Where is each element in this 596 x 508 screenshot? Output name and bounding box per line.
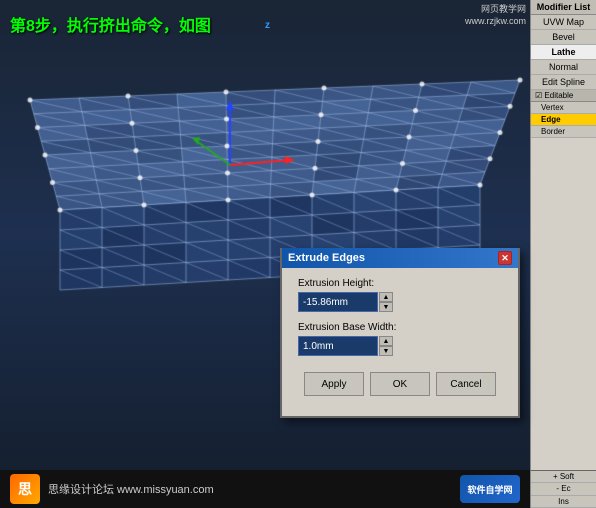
annotation-text: 第8步，执行挤出命令，如图 (10, 12, 211, 36)
height-spinner: ▲ ▼ (379, 292, 393, 312)
extrusion-width-label: Extrusion Base Width: (298, 322, 502, 333)
panel-editable-section: ☑ Editable (531, 90, 596, 102)
extrusion-height-row: ▲ ▼ (298, 292, 502, 312)
dialog-close-button[interactable]: ✕ (498, 251, 512, 265)
height-spinner-up[interactable]: ▲ (379, 292, 393, 302)
soft-btn[interactable]: + Soft (531, 471, 596, 483)
extrusion-width-row: ▲ ▼ (298, 336, 502, 356)
panel-item-bevel[interactable]: Bevel (531, 30, 596, 45)
panel-item-normal[interactable]: Normal (531, 60, 596, 75)
axis-z-label: z (265, 20, 270, 31)
width-spinner-up[interactable]: ▲ (379, 336, 393, 346)
width-spinner-down[interactable]: ▼ (379, 346, 393, 356)
panel-item-lathe[interactable]: Lathe (531, 45, 596, 60)
panel-sub-edge[interactable]: Edge (531, 114, 596, 126)
site-text: 思缘设计论坛 www.missyuan.com (48, 481, 214, 497)
panel-item-uvw[interactable]: UVW Map (531, 15, 596, 30)
panel-sub-border[interactable]: Border (531, 126, 596, 138)
dialog-body: Extrusion Height: ▲ ▼ Extrusion Base Wid… (282, 268, 518, 416)
panel-sub-vertex[interactable]: Vertex (531, 102, 596, 114)
dialog-title: Extrude Edges (288, 252, 365, 264)
panel-title: Modifier List (531, 0, 596, 15)
logo-right: 软件自学网 (460, 475, 520, 503)
height-spinner-down[interactable]: ▼ (379, 302, 393, 312)
logo-right-img: 软件自学网 (460, 475, 520, 503)
checkbox-icon: ☑ (535, 91, 542, 100)
logo-icon: 思 (10, 474, 40, 504)
panel-item-edit-spline[interactable]: Edit Spline (531, 75, 596, 90)
ec-btn[interactable]: - Ec (531, 483, 596, 495)
width-spinner: ▲ ▼ (379, 336, 393, 356)
cancel-button[interactable]: Cancel (436, 372, 496, 396)
watermark-bottom: 思 思缘设计论坛 www.missyuan.com 软件自学网 (0, 470, 530, 508)
watermark-top: 网页教学网 www.rzjkw.com (465, 4, 526, 27)
dialog-titlebar: Extrude Edges ✕ (282, 248, 518, 268)
extrude-dialog: Extrude Edges ✕ Extrusion Height: ▲ ▼ Ex… (280, 248, 520, 418)
apply-button[interactable]: Apply (304, 372, 364, 396)
right-panel: Modifier List UVW Map Bevel Lathe Normal… (530, 0, 596, 470)
ok-button[interactable]: OK (370, 372, 430, 396)
extrusion-height-label: Extrusion Height: (298, 278, 502, 289)
dialog-buttons: Apply OK Cancel (298, 366, 502, 406)
extrusion-height-input[interactable] (298, 292, 378, 312)
extrusion-width-input[interactable] (298, 336, 378, 356)
bottom-right-panel: + Soft - Ec Ins (530, 470, 596, 508)
ins-btn[interactable]: Ins (531, 496, 596, 508)
